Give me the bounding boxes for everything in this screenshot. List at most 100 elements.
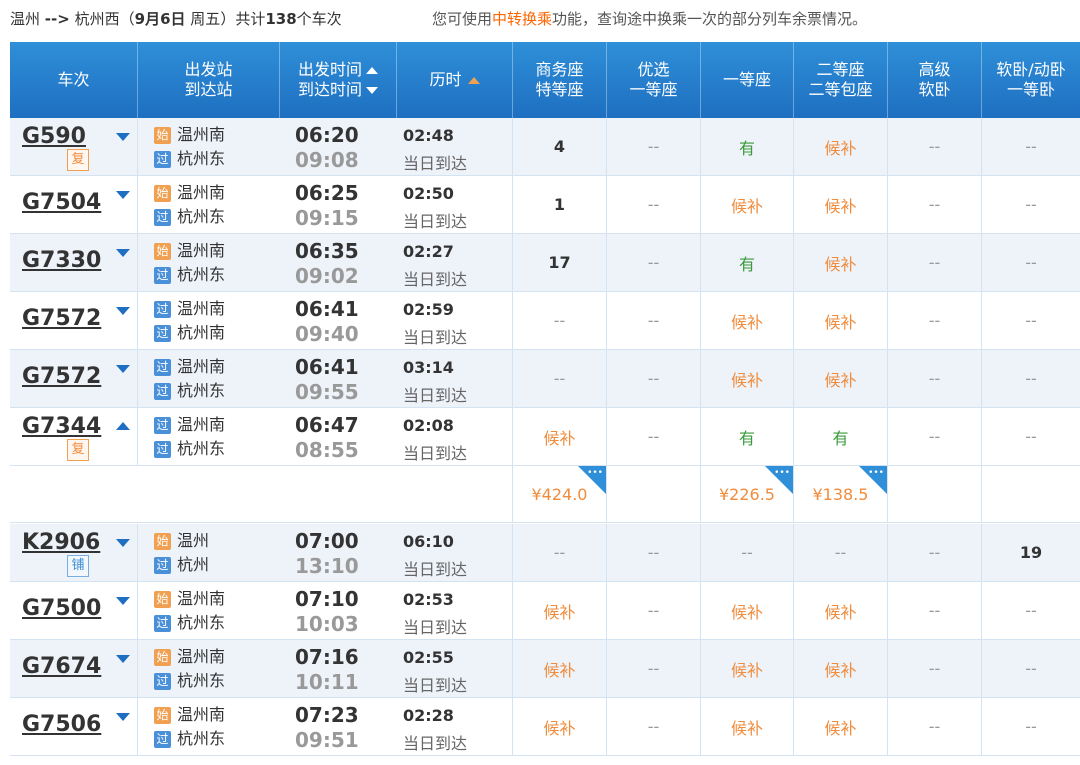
seat-second[interactable]: 候补	[794, 582, 888, 639]
price-first[interactable]: ¥226.5 •••	[701, 466, 794, 523]
train-cell: G7344 复	[10, 408, 138, 465]
price-second[interactable]: ¥138.5 •••	[794, 466, 888, 523]
seat-second[interactable]: 有	[794, 408, 888, 465]
seat-biz[interactable]: 候补	[513, 640, 607, 697]
seat-first[interactable]: 候补	[701, 176, 794, 233]
expand-arrow-icon[interactable]	[116, 713, 130, 721]
seat-biz[interactable]: 1	[513, 176, 607, 233]
depart-station-name: 温州南	[177, 705, 226, 724]
seat-first[interactable]: 有	[701, 118, 794, 175]
train-number-link[interactable]: G7504	[22, 190, 101, 215]
train-number-link[interactable]: G7572	[22, 306, 101, 331]
transfer-tip: 您可使用中转换乘功能，查询途中换乘一次的部分列车余票情况。	[432, 0, 867, 38]
duration: 02:28	[403, 706, 454, 725]
seat-second[interactable]: 候补	[794, 698, 888, 755]
seat-adv: --	[888, 118, 982, 175]
train-number-link[interactable]: G7572	[22, 364, 101, 389]
seat-second[interactable]: 候补	[794, 118, 888, 175]
depart-station-name: 温州	[177, 531, 210, 550]
arrive-time: 09:55	[295, 380, 359, 404]
pass-badge-icon: 过	[154, 301, 171, 318]
arrival-day: 当日到达	[403, 618, 468, 637]
expand-arrow-icon[interactable]	[116, 191, 130, 199]
sort-arrive-time[interactable]: 到达时间	[298, 80, 378, 100]
train-row[interactable]: G7572 过温州南过杭州南 06:41 09:40 02:59 当日到达 -- -- 候补 候补…	[10, 292, 1080, 350]
transfer-link[interactable]: 中转换乘	[492, 10, 552, 28]
seat-biz[interactable]: 17	[513, 234, 607, 291]
expand-arrow-icon[interactable]	[116, 365, 130, 373]
from-city: 温州	[10, 10, 41, 28]
arrival-day: 当日到达	[403, 212, 468, 231]
seat-second[interactable]: 候补	[794, 234, 888, 291]
train-number-link[interactable]: G7674	[22, 654, 101, 679]
train-number-link[interactable]: G7330	[22, 248, 101, 273]
count-suffix: 个车次	[296, 10, 342, 28]
seat-first[interactable]: 候补	[701, 292, 794, 349]
seat-first: --	[701, 524, 794, 581]
train-row[interactable]: G7572 过温州南过杭州东 06:41 09:55 03:14 当日到达 -- -- 候补 候补…	[10, 350, 1080, 408]
train-row[interactable]: G7506 始温州南过杭州东 07:23 09:51 02:28 当日到达 候补 -- 候补 候补…	[10, 698, 1080, 756]
depart-time: 06:41	[295, 355, 359, 379]
train-row[interactable]: G7500 始温州南过杭州东 07:10 10:03 02:53 当日到达 候补 -- 候补 候补…	[10, 582, 1080, 640]
depart-time: 07:10	[295, 587, 359, 611]
seat-second[interactable]: 候补	[794, 350, 888, 407]
seat-biz[interactable]: 候补	[513, 698, 607, 755]
seat-pref: --	[607, 350, 701, 407]
seat-first[interactable]: 候补	[701, 698, 794, 755]
train-cell: G7506	[10, 698, 138, 755]
train-number-link[interactable]: G7344	[22, 414, 101, 439]
seat-first[interactable]: 候补	[701, 350, 794, 407]
seat-first[interactable]: 候补	[701, 582, 794, 639]
seat-biz[interactable]: 候补	[513, 408, 607, 465]
seat-second[interactable]: 候补	[794, 292, 888, 349]
depart-station-name: 温州南	[177, 299, 226, 318]
seat-soft: --	[1025, 601, 1037, 620]
seat-first[interactable]: 有	[701, 408, 794, 465]
seat-adv: --	[888, 292, 982, 349]
collapse-arrow-icon[interactable]	[116, 422, 130, 430]
train-tag-icon: 复	[67, 439, 89, 461]
seat-biz[interactable]: 候补	[513, 582, 607, 639]
train-number-link[interactable]: G7500	[22, 596, 101, 621]
seat-first[interactable]: 候补	[701, 640, 794, 697]
col-business: 商务座 特等座	[513, 42, 607, 118]
train-row[interactable]: G7344 复过温州南过杭州东 06:47 08:55 02:08 当日到达 候补 -- 有有 -…	[10, 408, 1080, 466]
pass-badge-icon: 过	[154, 441, 171, 458]
seat-soft: --	[1025, 311, 1037, 330]
train-number-link[interactable]: G590	[22, 124, 86, 149]
expand-arrow-icon[interactable]	[116, 539, 130, 547]
expand-arrow-icon[interactable]	[116, 133, 130, 141]
seat-biz: --	[513, 292, 607, 349]
train-number-link[interactable]: G7506	[22, 712, 101, 737]
expand-arrow-icon[interactable]	[116, 249, 130, 257]
train-row[interactable]: G590 复始温州南过杭州东 06:20 09:08 02:48 当日到达 4 -- 有候补 --…	[10, 118, 1080, 176]
seat-soft[interactable]: 19	[982, 524, 1080, 581]
train-row[interactable]: G7674 始温州南过杭州东 07:16 10:11 02:55 当日到达 候补 -- 候补 候补…	[10, 640, 1080, 698]
col-times[interactable]: 出发时间 到达时间	[280, 42, 397, 118]
travel-date: 9月6日	[134, 10, 186, 28]
arrive-station: 过杭州南	[154, 323, 225, 343]
expand-arrow-icon[interactable]	[116, 655, 130, 663]
seat-second[interactable]: 候补	[794, 176, 888, 233]
price-row: ¥424.0 ••• ¥226.5 ••• ¥138.5 •••	[10, 466, 1080, 523]
col-duration[interactable]: 历时	[397, 42, 513, 118]
expand-arrow-icon[interactable]	[116, 597, 130, 605]
sort-depart-time[interactable]: 出发时间	[298, 60, 378, 80]
seat-first[interactable]: 有	[701, 234, 794, 291]
arrive-station: 过杭州东	[154, 729, 225, 749]
train-row[interactable]: K2906 铺始温州过杭州 07:00 13:10 06:10 当日到达 -- -- -- -- -…	[10, 524, 1080, 582]
seat-pref: --	[607, 524, 701, 581]
train-row[interactable]: G7330 始温州南过杭州东 06:35 09:02 02:27 当日到达 17 -- 有候补 -…	[10, 234, 1080, 292]
tip-prefix: 您可使用	[432, 10, 493, 28]
arrive-station: 过杭州东	[154, 671, 225, 691]
train-number-link[interactable]: K2906	[22, 530, 100, 555]
pass-badge-icon: 过	[154, 615, 171, 632]
seat-biz[interactable]: 4	[513, 118, 607, 175]
expand-arrow-icon[interactable]	[116, 307, 130, 315]
seat-adv: --	[888, 524, 982, 581]
seat-second[interactable]: 候补	[794, 640, 888, 697]
price-business[interactable]: ¥424.0 •••	[513, 466, 607, 523]
col-second-label: 二等座	[816, 60, 865, 79]
train-row[interactable]: G7504 始温州南过杭州东 06:25 09:15 02:50 当日到达 1 -- 候补 候补 -…	[10, 176, 1080, 234]
arrive-time: 10:03	[295, 612, 359, 636]
